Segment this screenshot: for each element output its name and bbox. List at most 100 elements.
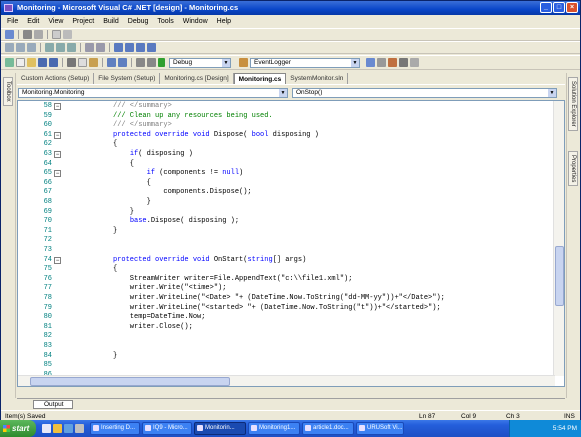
code-line[interactable]: 65− if (components != null): [18, 169, 550, 179]
properties-icon[interactable]: [377, 58, 386, 67]
fold-toggle-icon[interactable]: −: [54, 103, 61, 110]
quicklaunch-ie-icon[interactable]: [42, 424, 51, 433]
options-icon[interactable]: [410, 58, 419, 67]
new-file-icon[interactable]: [16, 58, 25, 67]
code-line[interactable]: 58− /// </summary>: [18, 102, 550, 112]
menu-help[interactable]: Help: [217, 18, 231, 25]
properties-tab[interactable]: Properties: [568, 151, 578, 187]
output-tab[interactable]: Output: [33, 400, 73, 409]
code-line[interactable]: 64 {: [18, 160, 550, 170]
spacing4-icon[interactable]: [147, 43, 156, 52]
tab-monitoring-design[interactable]: Monitoring.cs [Design]: [160, 73, 234, 84]
taskbar-item-article[interactable]: article1.doc...: [302, 422, 354, 435]
clock[interactable]: 5:54 PM: [553, 425, 577, 432]
code-line[interactable]: 84}: [18, 352, 550, 362]
spacing2-icon[interactable]: [125, 43, 134, 52]
pin-icon[interactable]: [63, 30, 72, 39]
right-icon[interactable]: [27, 43, 36, 52]
save-all-icon[interactable]: [49, 58, 58, 67]
code-line[interactable]: 62 {: [18, 140, 550, 150]
quicklaunch-desktop-icon[interactable]: [64, 424, 73, 433]
title-bar[interactable]: Monitoring - Microsoft Visual C# .NET [d…: [1, 1, 580, 15]
spacing-icon[interactable]: [114, 43, 123, 52]
taskbar-item-monitoring1[interactable]: Monitoring1...: [248, 422, 300, 435]
menu-edit[interactable]: Edit: [27, 18, 39, 25]
code-editor[interactable]: 58−/// </summary> 59/// Clean up any reso…: [17, 100, 565, 387]
size-height-icon[interactable]: [96, 43, 105, 52]
menu-window[interactable]: Window: [183, 18, 208, 25]
code-line[interactable]: 80 temp=DateTime.Now;: [18, 313, 550, 323]
paste-icon[interactable]: [89, 58, 98, 67]
copy-icon[interactable]: [78, 58, 87, 67]
horizontal-scrollbar[interactable]: [18, 375, 555, 386]
new-project-icon[interactable]: [5, 58, 14, 67]
nav-forward-icon[interactable]: [147, 58, 156, 67]
menu-debug[interactable]: Debug: [128, 18, 149, 25]
toolbox-icon[interactable]: [388, 58, 397, 67]
align-icon[interactable]: [5, 43, 14, 52]
code-line[interactable]: 60 /// </summary>: [18, 121, 550, 131]
fold-toggle-icon[interactable]: −: [54, 170, 61, 178]
start-debug-icon[interactable]: [158, 58, 165, 67]
fold-toggle-icon[interactable]: −: [54, 256, 61, 264]
code-line[interactable]: 69 }: [18, 208, 550, 218]
code-line[interactable]: 63− if( disposing ): [18, 150, 550, 160]
code-line[interactable]: 74− protected override void OnStart(strin…: [18, 256, 550, 266]
taskbar-item-inserting[interactable]: Inserting D...: [90, 422, 140, 435]
code-line[interactable]: 81 writer.Close();: [18, 323, 550, 333]
tab-monitoring-cs[interactable]: Monitoring.cs: [233, 73, 287, 84]
code-line[interactable]: 66 {: [18, 179, 550, 189]
minimize-button[interactable]: _: [540, 2, 552, 13]
size-width-icon[interactable]: [85, 43, 94, 52]
lock-icon[interactable]: [34, 30, 43, 39]
code-line[interactable]: 85: [18, 361, 550, 371]
menu-view[interactable]: View: [48, 18, 63, 25]
find-combo[interactable]: EventLogger ▼: [250, 57, 360, 68]
bottom-align-icon[interactable]: [67, 43, 76, 52]
code-line[interactable]: 77 writer.Write("<time>");: [18, 284, 550, 294]
top-align-icon[interactable]: [45, 43, 54, 52]
solution-explorer-tab[interactable]: Solution Explorer: [568, 77, 578, 131]
tab-systemmonitor-sln[interactable]: SystemMonitor.sln: [286, 73, 349, 84]
code-line[interactable]: 75 {: [18, 265, 550, 275]
taskbar-item-urusoft[interactable]: URUSoft Vi...: [356, 422, 404, 435]
code-line[interactable]: 83: [18, 342, 550, 352]
class-dropdown[interactable]: Monitoring.Monitoring ▼: [18, 87, 288, 98]
start-button[interactable]: start: [0, 420, 36, 437]
nav-back-icon[interactable]: [136, 58, 145, 67]
code-line[interactable]: 76 StreamWriter writer=File.AppendText("…: [18, 275, 550, 285]
open-icon[interactable]: [27, 58, 36, 67]
code-line[interactable]: 59 /// Clean up any resources being used.: [18, 112, 550, 122]
vertical-scroll-thumb[interactable]: [555, 246, 564, 306]
menu-project[interactable]: Project: [72, 18, 94, 25]
horizontal-scroll-thumb[interactable]: [30, 377, 230, 386]
box-icon[interactable]: [52, 30, 61, 39]
maximize-button[interactable]: □: [553, 2, 565, 13]
center-icon[interactable]: [16, 43, 25, 52]
cut-icon[interactable]: [67, 58, 76, 67]
find-icon[interactable]: [239, 58, 248, 67]
member-dropdown[interactable]: OnStop() ▼: [292, 87, 557, 98]
taskbar-item-monitoring[interactable]: Monitorin...: [194, 422, 246, 435]
spacing3-icon[interactable]: [136, 43, 145, 52]
taskbar-item-iq9[interactable]: IQ9 - Micro...: [142, 422, 192, 435]
menu-file[interactable]: File: [7, 18, 18, 25]
grid-icon[interactable]: [23, 30, 32, 39]
toolbox-tab[interactable]: Toolbox: [3, 77, 13, 106]
code-line[interactable]: 70 base.Dispose( disposing );: [18, 217, 550, 227]
code-line[interactable]: 72: [18, 236, 550, 246]
redo-icon[interactable]: [118, 58, 127, 67]
code-line[interactable]: 68 }: [18, 198, 550, 208]
save-icon[interactable]: [38, 58, 47, 67]
middle-align-icon[interactable]: [56, 43, 65, 52]
code-line[interactable]: 79 writer.WriteLine("<started> "+ (DateT…: [18, 304, 550, 314]
vertical-scrollbar[interactable]: [553, 101, 564, 376]
solution-explorer-icon[interactable]: [366, 58, 375, 67]
fold-toggle-icon[interactable]: −: [54, 131, 61, 139]
fold-toggle-icon[interactable]: −: [54, 151, 61, 158]
code-line[interactable]: 82: [18, 332, 550, 342]
tab-file-system[interactable]: File System (Setup): [94, 73, 161, 84]
menu-build[interactable]: Build: [103, 18, 119, 25]
code-line[interactable]: 73: [18, 246, 550, 256]
code-line[interactable]: 78 writer.WriteLine("<Date> "+ (DateTime…: [18, 294, 550, 304]
